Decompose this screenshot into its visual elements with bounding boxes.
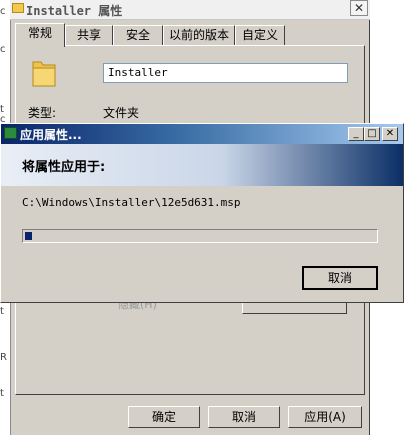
desktop-char: t bbox=[0, 306, 4, 317]
ok-button[interactable]: 确定 bbox=[128, 406, 200, 428]
current-file-path: C:\Windows\Installer\12e5d631.msp bbox=[22, 196, 241, 209]
dialog-cancel-button[interactable]: 取消 bbox=[302, 266, 378, 290]
dialog-title: 应用属性... bbox=[20, 128, 82, 142]
desktop-char: c bbox=[0, 6, 6, 17]
desktop-char: R bbox=[0, 352, 7, 363]
dialog-close-button[interactable]: ✕ bbox=[382, 127, 398, 141]
minimize-button[interactable]: _ bbox=[348, 127, 364, 141]
tab-general[interactable]: 常规 bbox=[15, 23, 65, 47]
app-icon bbox=[4, 127, 17, 139]
close-button[interactable]: ✕ bbox=[350, 0, 368, 16]
type-value: 文件夹 bbox=[103, 106, 140, 120]
tab-security[interactable]: 安全 bbox=[113, 25, 163, 46]
type-label: 类型: bbox=[28, 106, 57, 120]
folder-name-input[interactable]: Installer bbox=[103, 63, 348, 83]
tab-sharing[interactable]: 共享 bbox=[65, 25, 113, 46]
dialog-heading: 将属性应用于: bbox=[22, 160, 106, 175]
maximize-button[interactable]: □ bbox=[364, 127, 380, 141]
properties-window-title: Installer 属性 bbox=[26, 4, 123, 18]
tab-previous-versions[interactable]: 以前的版本 bbox=[163, 25, 235, 46]
progress-fill bbox=[25, 232, 32, 240]
cancel-button[interactable]: 取消 bbox=[208, 406, 280, 428]
folder-icon bbox=[32, 61, 56, 87]
tab-customize[interactable]: 自定义 bbox=[235, 25, 285, 46]
tab-bar: 常规 共享 安全 以前的版本 自定义 bbox=[15, 23, 365, 47]
folder-icon bbox=[12, 3, 24, 13]
progress-bar bbox=[22, 229, 378, 243]
apply-button[interactable]: 应用(A) bbox=[288, 406, 362, 428]
desktop-char: c bbox=[0, 44, 6, 55]
desktop-char: t bbox=[0, 388, 4, 399]
